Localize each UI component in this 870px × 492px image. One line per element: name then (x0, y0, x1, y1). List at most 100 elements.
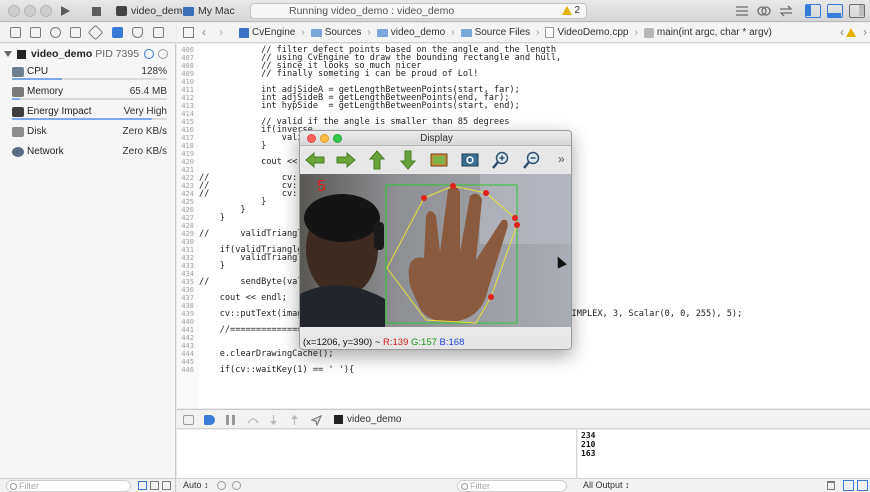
zoom-out-button[interactable] (521, 150, 543, 170)
forward-arrow-icon[interactable]: › (219, 25, 223, 39)
line-number: 414 (181, 110, 194, 118)
crumb-project[interactable]: CvEngine (239, 27, 295, 38)
breakpoints-toggle-icon[interactable] (204, 415, 215, 425)
show-frames-icon[interactable] (162, 481, 171, 490)
line-number: 416 (181, 126, 194, 134)
process-row[interactable]: video_demo PID 7395 (0, 46, 176, 62)
gauge-cpu[interactable]: CPU 128% (0, 64, 176, 83)
disclosure-triangle-icon[interactable] (4, 51, 12, 57)
folder-icon (310, 28, 322, 37)
debug-process-label[interactable]: video_demo (347, 414, 401, 425)
step-into-icon[interactable] (268, 415, 279, 425)
location-icon[interactable] (310, 414, 323, 427)
zoom-window-button[interactable] (333, 134, 342, 143)
gauge-disk[interactable]: Disk Zero KB/s (0, 124, 176, 143)
pause-icon[interactable] (225, 415, 236, 425)
warning-icon[interactable] (846, 28, 856, 37)
camera-frame[interactable]: 5 (300, 174, 571, 327)
line-number: 411 (181, 86, 194, 94)
jump-bar: ‹ › CvEngine › Sources › video_demo › So… (177, 23, 870, 43)
crumb-file[interactable]: VideoDemo.cpp (545, 27, 628, 38)
pan-right-button[interactable] (335, 150, 357, 170)
code-text: if(cv::waitKey(1) == ' '){ (199, 365, 355, 375)
mac-icon (183, 6, 194, 16)
console-output[interactable]: 234 210 163 (578, 430, 870, 478)
related-items-icon[interactable] (183, 27, 194, 38)
navigator-toggle-icon[interactable] (805, 4, 821, 18)
gauge-view-icon[interactable] (144, 49, 154, 59)
show-cpu-icon[interactable] (138, 481, 147, 490)
step-out-icon[interactable] (289, 415, 300, 425)
line-number: 439 (181, 310, 194, 318)
hide-debug-area-icon[interactable] (183, 415, 194, 425)
version-editor-icon[interactable] (778, 4, 794, 18)
utilities-toggle-icon[interactable] (849, 4, 865, 18)
symbol-navigator-icon[interactable] (30, 27, 41, 38)
variables-view[interactable] (177, 430, 577, 478)
chevron-right-icon: › (301, 27, 305, 38)
navigator-filter-input[interactable]: Filter (6, 480, 131, 492)
pan-down-button[interactable] (397, 150, 419, 170)
pan-left-button[interactable] (304, 150, 326, 170)
issue-navigator-icon[interactable] (70, 27, 81, 38)
pixel-status-bar: (x=1206, y=390) ~ R:139 G:157 B:168 (300, 336, 571, 349)
zoom-in-button[interactable] (490, 150, 512, 170)
project-navigator-icon[interactable] (10, 27, 21, 38)
assistant-editor-icon[interactable] (756, 4, 772, 18)
console-filter-input[interactable]: Filter (457, 480, 567, 492)
gauge-bar (12, 118, 167, 120)
show-threads-icon[interactable] (150, 481, 159, 490)
crumb-folder[interactable]: video_demo (376, 27, 445, 38)
save-image-button[interactable] (428, 150, 450, 170)
crumb-function[interactable]: main(int argc, char * argv) (643, 27, 772, 38)
defect-point (514, 222, 520, 228)
test-navigator-icon[interactable] (87, 24, 104, 41)
standard-editor-icon[interactable] (734, 4, 750, 18)
trash-icon[interactable] (827, 481, 835, 490)
zoom-window-button[interactable] (40, 5, 52, 17)
gauge-memory[interactable]: Memory 65.4 MB (0, 84, 176, 103)
debug-navigator-icon[interactable] (112, 27, 123, 38)
back-arrow-icon[interactable]: ‹ (202, 25, 206, 39)
more-tools-icon[interactable]: » (558, 152, 565, 166)
gauge-network[interactable]: Network Zero KB/s (0, 144, 176, 163)
process-view-icon[interactable] (158, 49, 168, 59)
info-icon[interactable] (232, 481, 241, 490)
show-console-icon[interactable] (857, 480, 868, 491)
close-window-button[interactable] (8, 5, 20, 17)
line-number: 436 (181, 286, 194, 294)
warning-badge[interactable]: 2 (562, 5, 580, 16)
line-number: 440 (181, 318, 194, 326)
crumb-folder[interactable]: Sources (310, 27, 361, 38)
crumb-folder[interactable]: Source Files (460, 27, 530, 38)
crumb-label: VideoDemo.cpp (557, 27, 629, 38)
quick-look-icon[interactable] (217, 481, 226, 490)
close-window-button[interactable] (307, 134, 316, 143)
gauge-energy[interactable]: Energy Impact Very High (0, 104, 176, 123)
step-over-icon[interactable] (247, 415, 259, 425)
pan-up-button[interactable] (366, 150, 388, 170)
report-navigator-icon[interactable] (153, 27, 164, 38)
breakpoint-navigator-icon[interactable] (132, 27, 143, 38)
find-navigator-icon[interactable] (50, 27, 61, 38)
run-button[interactable] (56, 3, 74, 19)
defect-point (483, 190, 489, 196)
gauge-value: 65.4 MB (129, 86, 167, 97)
zoom-fit-button[interactable] (459, 150, 481, 170)
next-issue-icon[interactable]: › (863, 25, 867, 39)
variables-scope-select[interactable]: Auto ↕ (183, 480, 209, 490)
display-window[interactable]: Display » 5 (x=1206, y=390) ~ R:139 G:15… (299, 130, 572, 350)
stop-button[interactable] (88, 3, 104, 19)
minimize-window-button[interactable] (24, 5, 36, 17)
hand-detection-view: 5 (300, 174, 571, 327)
code-line: 444 e.clearDrawingCache(); (177, 350, 870, 359)
output-select[interactable]: All Output ↕ (583, 480, 630, 490)
gauge-label: Memory (27, 86, 64, 97)
gauge-label: Energy Impact (27, 106, 92, 117)
line-number: 432 (181, 254, 194, 262)
minimize-window-button[interactable] (320, 134, 329, 143)
show-variables-icon[interactable] (843, 480, 854, 491)
destination-selector[interactable]: My Mac (183, 3, 235, 19)
previous-issue-icon[interactable]: ‹ (840, 25, 844, 39)
debug-area-toggle-icon[interactable] (827, 4, 843, 18)
